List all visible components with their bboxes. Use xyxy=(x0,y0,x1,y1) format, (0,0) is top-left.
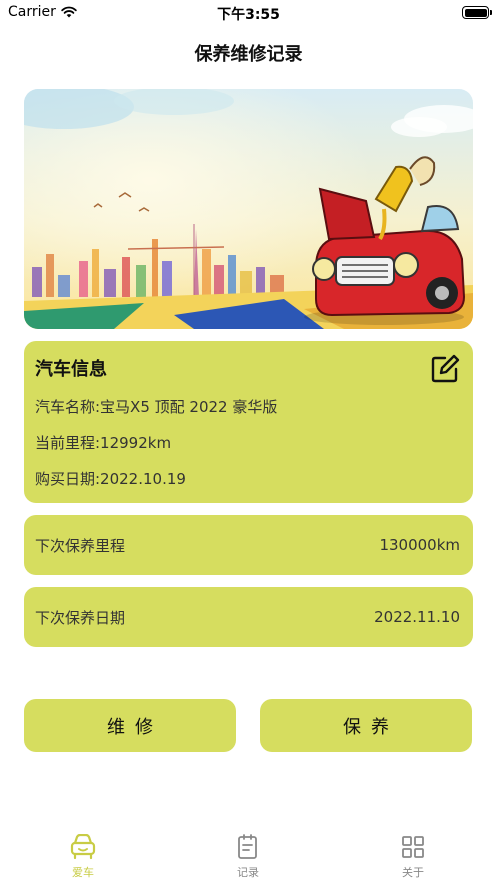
car-info-title: 汽车信息 xyxy=(35,359,107,380)
next-date-label: 下次保养日期 xyxy=(35,609,126,627)
repair-button[interactable]: 维修 xyxy=(24,699,236,752)
tab-about[interactable]: 关于 xyxy=(373,834,453,880)
current-mileage-text: 当前里程:12992km xyxy=(35,434,172,452)
car-name-text: 汽车名称:宝马X5 顶配 2022 豪华版 xyxy=(35,398,278,416)
next-date-value: 2022.11.10 xyxy=(374,608,460,626)
edit-button[interactable] xyxy=(429,353,461,385)
record-icon xyxy=(238,834,257,859)
tab-record[interactable]: 记录 xyxy=(208,834,288,880)
page-title: 保养维修记录 xyxy=(194,44,303,65)
grid-icon xyxy=(402,836,424,858)
next-mileage-label: 下次保养里程 xyxy=(35,537,126,555)
next-mileage-value: 130000km xyxy=(379,536,460,554)
tab-car-label: 爱车 xyxy=(72,866,94,879)
car-info-card: 汽车信息 汽车名称:宝马X5 顶配 2022 豪华版 当前里程:12992km … xyxy=(24,341,473,503)
banner-image xyxy=(24,89,473,329)
tab-about-label: 关于 xyxy=(402,866,424,879)
battery-icon xyxy=(462,6,492,19)
status-bar: Carrier 下午3:55 xyxy=(0,0,497,26)
purchase-date-text: 购买日期:2022.10.19 xyxy=(35,470,186,488)
tab-bar: 爱车 记录 关于 xyxy=(0,826,497,883)
status-time: 下午3:55 xyxy=(217,7,280,23)
car-icon xyxy=(70,834,96,860)
tab-record-label: 记录 xyxy=(237,866,259,879)
next-mileage-row: 下次保养里程 130000km xyxy=(24,515,473,575)
next-date-row: 下次保养日期 2022.11.10 xyxy=(24,587,473,647)
tab-car[interactable]: 爱车 xyxy=(43,834,123,880)
maintain-button[interactable]: 保养 xyxy=(260,699,472,752)
edit-icon xyxy=(431,354,460,383)
